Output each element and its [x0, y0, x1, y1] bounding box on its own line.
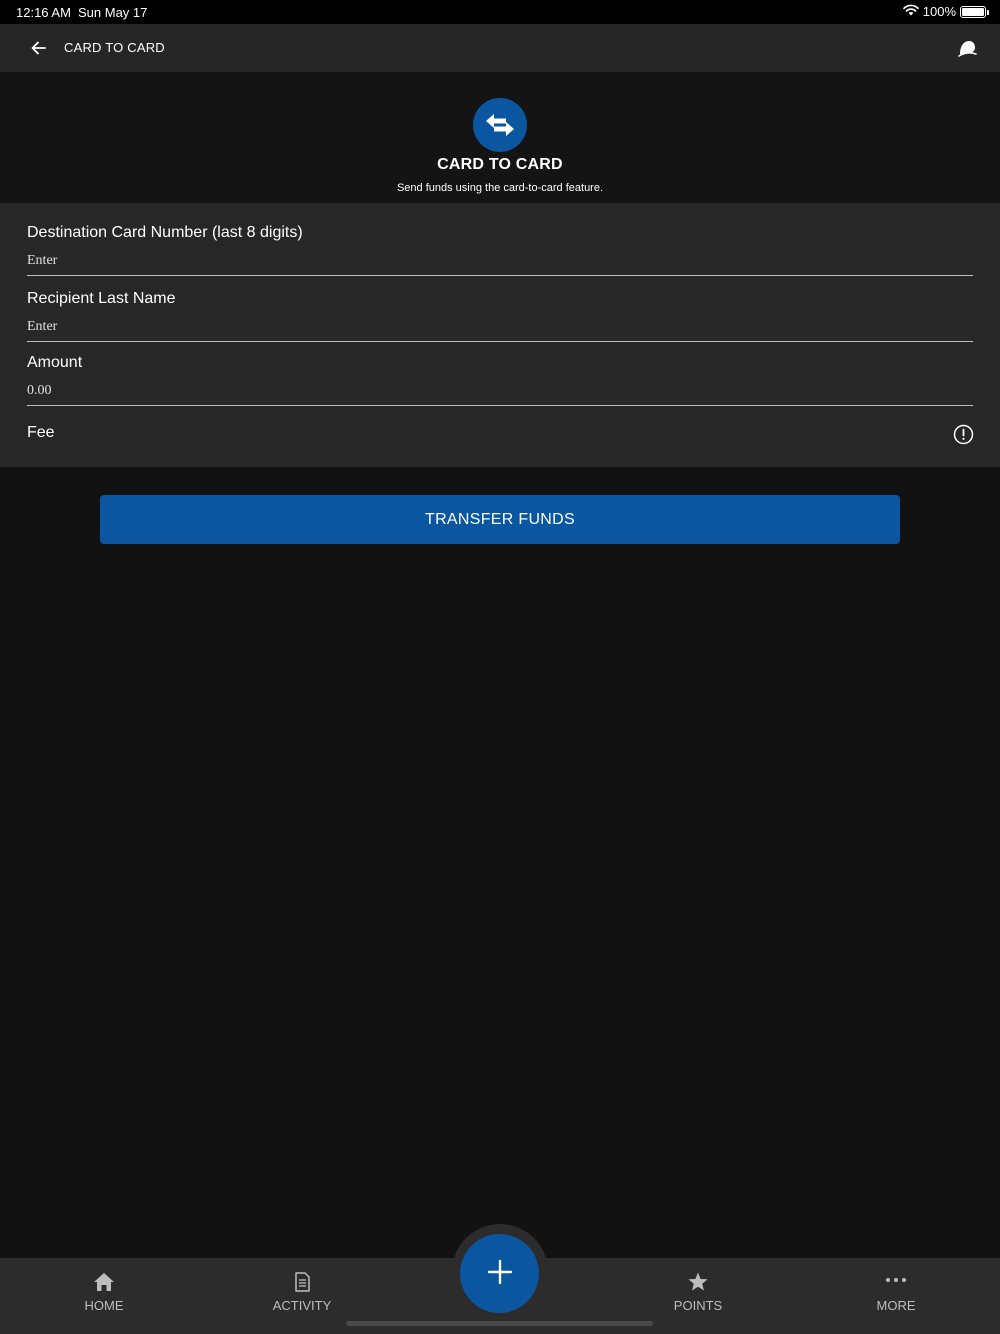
page-title: CARD TO CARD — [64, 40, 165, 55]
home-indicator — [346, 1321, 653, 1326]
last-name-input[interactable] — [27, 319, 973, 342]
battery-fill — [962, 7, 984, 16]
transfer-funds-button[interactable]: TRANSFER FUNDS — [100, 495, 900, 544]
nav-label-home: HOME — [84, 1298, 124, 1313]
wifi-icon — [902, 4, 919, 19]
status-time: 12:16 AM — [16, 5, 71, 20]
amount-field: Amount — [27, 354, 973, 406]
hero-section: CARD TO CARD Send funds using the card-t… — [0, 72, 1000, 203]
more-dots-icon — [885, 1271, 907, 1293]
status-bar: 12:16 AM Sun May 17 100% — [0, 0, 1000, 24]
hero-title: CARD TO CARD — [437, 156, 563, 173]
add-fab-button[interactable] — [460, 1234, 539, 1313]
nav-item-activity[interactable]: ACTIVITY — [242, 1258, 362, 1334]
home-icon — [93, 1271, 115, 1293]
battery-percent: 100% — [922, 4, 956, 19]
swap-arrows-icon — [473, 98, 527, 152]
card-number-field: Destination Card Number (last 8 digits) — [27, 224, 973, 276]
hero-subtitle: Send funds using the card-to-card featur… — [396, 182, 604, 194]
last-name-field: Recipient Last Name — [27, 290, 973, 342]
card-number-label: Destination Card Number (last 8 digits) — [27, 224, 303, 241]
nav-item-points[interactable]: POINTS — [638, 1258, 758, 1334]
star-icon — [687, 1271, 709, 1293]
nav-label-more: MORE — [876, 1298, 916, 1313]
bell-logo-icon — [956, 37, 978, 59]
last-name-label: Recipient Last Name — [27, 290, 176, 307]
info-circle-icon[interactable] — [953, 424, 974, 445]
nav-item-home[interactable]: HOME — [44, 1258, 164, 1334]
card-number-input[interactable] — [27, 253, 973, 276]
document-icon — [291, 1271, 313, 1293]
amount-input[interactable] — [27, 383, 973, 406]
nav-label-points: POINTS — [673, 1298, 723, 1313]
status-indicators: 100% — [902, 4, 989, 19]
nav-item-more[interactable]: MORE — [836, 1258, 956, 1334]
transfer-form: Destination Card Number (last 8 digits) … — [0, 203, 1000, 467]
app-bar: CARD TO CARD — [0, 24, 1000, 72]
fee-label: Fee — [27, 424, 55, 441]
status-date: Sun May 17 — [78, 5, 148, 20]
arrow-left-icon[interactable] — [28, 37, 50, 59]
plus-icon — [486, 1258, 514, 1289]
battery-icon — [960, 5, 989, 18]
amount-label: Amount — [27, 354, 83, 371]
nav-label-activity: ACTIVITY — [272, 1298, 332, 1313]
